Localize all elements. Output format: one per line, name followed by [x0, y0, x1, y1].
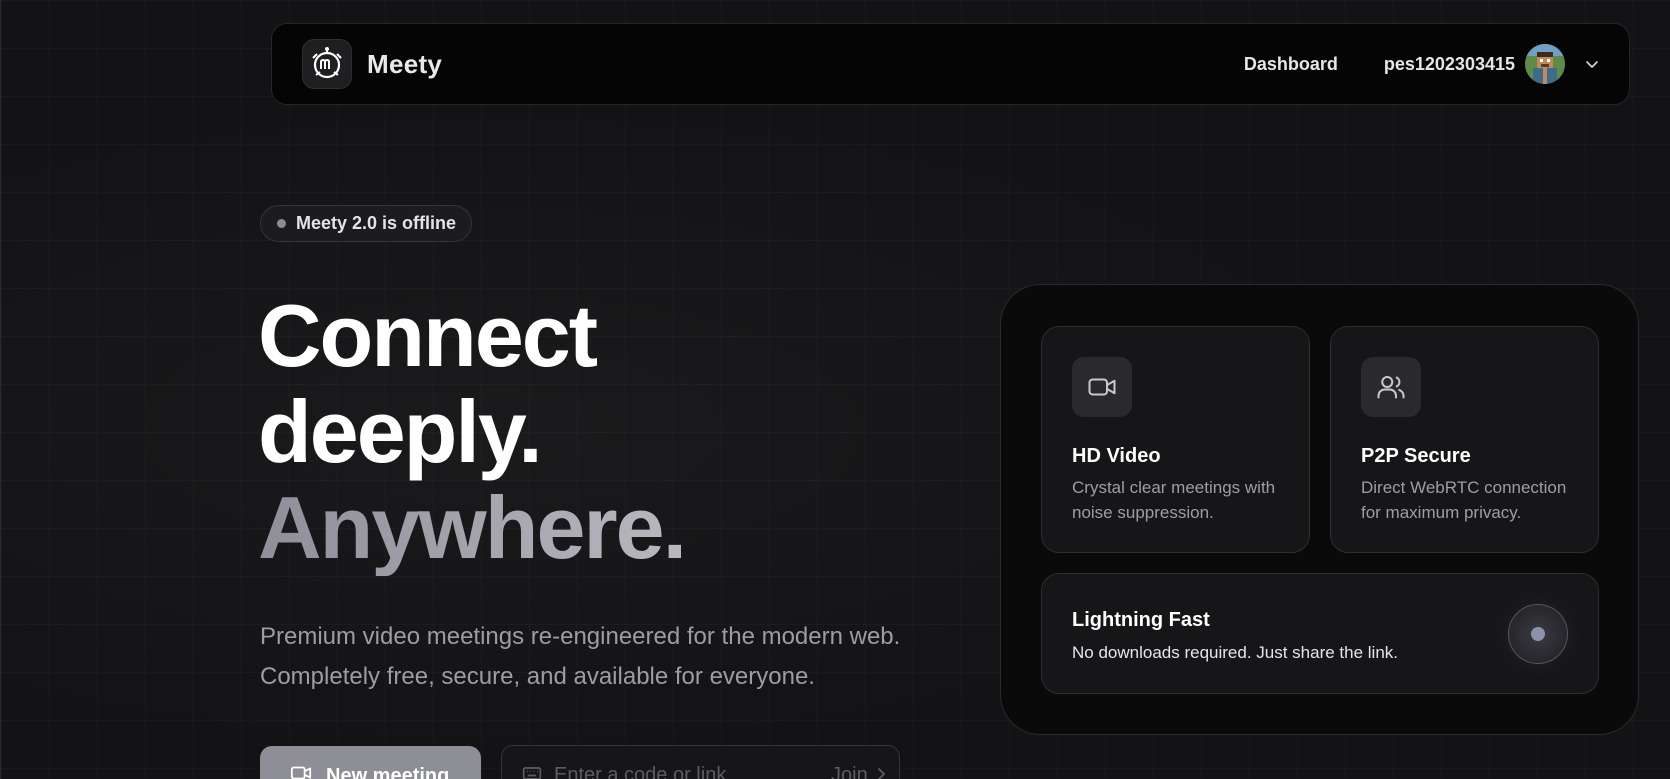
chevron-down-icon[interactable] [1585, 57, 1599, 71]
keyboard-icon [522, 763, 542, 779]
brand[interactable]: Meety [302, 39, 442, 89]
dashboard-link[interactable]: Dashboard [1244, 54, 1338, 75]
headline-line-2: deeply. [258, 382, 543, 481]
status-badge-text: Meety 2.0 is offline [296, 213, 457, 233]
avatar [1525, 44, 1565, 84]
top-navbar: Meety Dashboard pes1202303415 [271, 23, 1630, 105]
subtitle-line-2: Completely free, secure, and available f… [260, 663, 815, 690]
status-dot-icon [277, 219, 286, 228]
nav-right: Dashboard pes1202303415 [1244, 44, 1599, 84]
video-camera-icon [1072, 357, 1132, 417]
feature-title: HD Video [1072, 445, 1161, 467]
pulse-indicator-icon [1508, 604, 1568, 664]
feature-title: P2P Secure [1361, 445, 1471, 467]
status-badge: Meety 2.0 is offline [260, 205, 473, 242]
feature-card-lightning-fast: Lightning Fast No downloads required. Ju… [1041, 573, 1599, 694]
new-meeting-label: New meeting [326, 764, 450, 779]
feature-description: Crystal clear meetings with noise suppre… [1072, 478, 1276, 522]
join-button[interactable]: Join [831, 764, 888, 779]
hero-headline: Connect deeply. Anywhere. [258, 286, 687, 577]
username: pes1202303415 [1383, 53, 1515, 74]
new-meeting-button[interactable]: New meeting [260, 746, 481, 779]
feature-card-p2p-secure: P2P Secure Direct WebRTC connection for … [1330, 326, 1599, 553]
brand-name: Meety [367, 48, 443, 79]
feature-title: Lightning Fast [1072, 609, 1210, 631]
hero-subtitle: Premium video meetings re-engineered for… [260, 617, 940, 697]
feature-card-hd-video: HD Video Crystal clear meetings with noi… [1041, 326, 1310, 553]
meeting-code-input[interactable] [554, 763, 819, 779]
user-menu[interactable]: pes1202303415 [1384, 44, 1599, 84]
feature-description: Direct WebRTC connection for maximum pri… [1361, 478, 1567, 522]
headline-line-1: Connect [258, 286, 598, 385]
video-camera-icon [290, 762, 312, 779]
join-label: Join [831, 763, 868, 779]
meety-logo-icon [302, 39, 352, 89]
feature-description: No downloads required. Just share the li… [1072, 643, 1399, 662]
pulse-dot [1531, 627, 1545, 641]
users-icon [1361, 357, 1421, 417]
subtitle-line-1: Premium video meetings re-engineered for… [260, 623, 901, 650]
arrow-right-icon [874, 764, 888, 779]
join-meeting-field: Join [501, 745, 900, 779]
headline-line-3: Anywhere. [258, 478, 687, 577]
features-panel: HD Video Crystal clear meetings with noi… [1000, 284, 1639, 735]
